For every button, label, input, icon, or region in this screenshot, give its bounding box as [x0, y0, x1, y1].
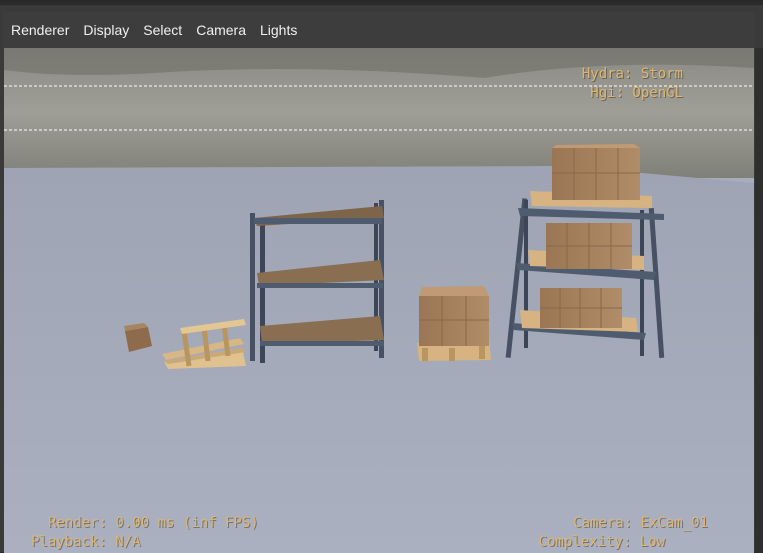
menu-lights[interactable]: Lights — [253, 12, 304, 48]
hgi-label: Hgi: OpenGL — [590, 85, 683, 101]
menu-select[interactable]: Select — [136, 12, 189, 48]
complexity-label: Complexity: Low — [538, 534, 665, 550]
renderer-info: Hydra: Storm Hgi: OpenGL — [582, 65, 683, 103]
usd-viewer-window: Renderer Display Select Camera Lights Hy… — [0, 0, 763, 553]
scene-render — [4, 48, 754, 553]
render-time-label: Render: 0.00 ms (inf FPS) — [48, 515, 259, 531]
menu-renderer[interactable]: Renderer — [3, 12, 76, 48]
menu-bar: Renderer Display Select Camera Lights — [3, 12, 755, 48]
viewport-scrollbar[interactable] — [755, 48, 763, 553]
renderer-label: Hydra: Storm — [581, 66, 683, 82]
playback-label: Playback: N/A — [31, 534, 141, 550]
camera-label: Camera: ExCam_01 — [573, 515, 708, 531]
menu-display[interactable]: Display — [76, 12, 136, 48]
menu-camera[interactable]: Camera — [189, 12, 253, 48]
pallet-stack-middle — [417, 286, 491, 361]
viewport-3d[interactable]: Hydra: Storm Hgi: OpenGL Render: 0.00 ms … — [4, 48, 754, 553]
